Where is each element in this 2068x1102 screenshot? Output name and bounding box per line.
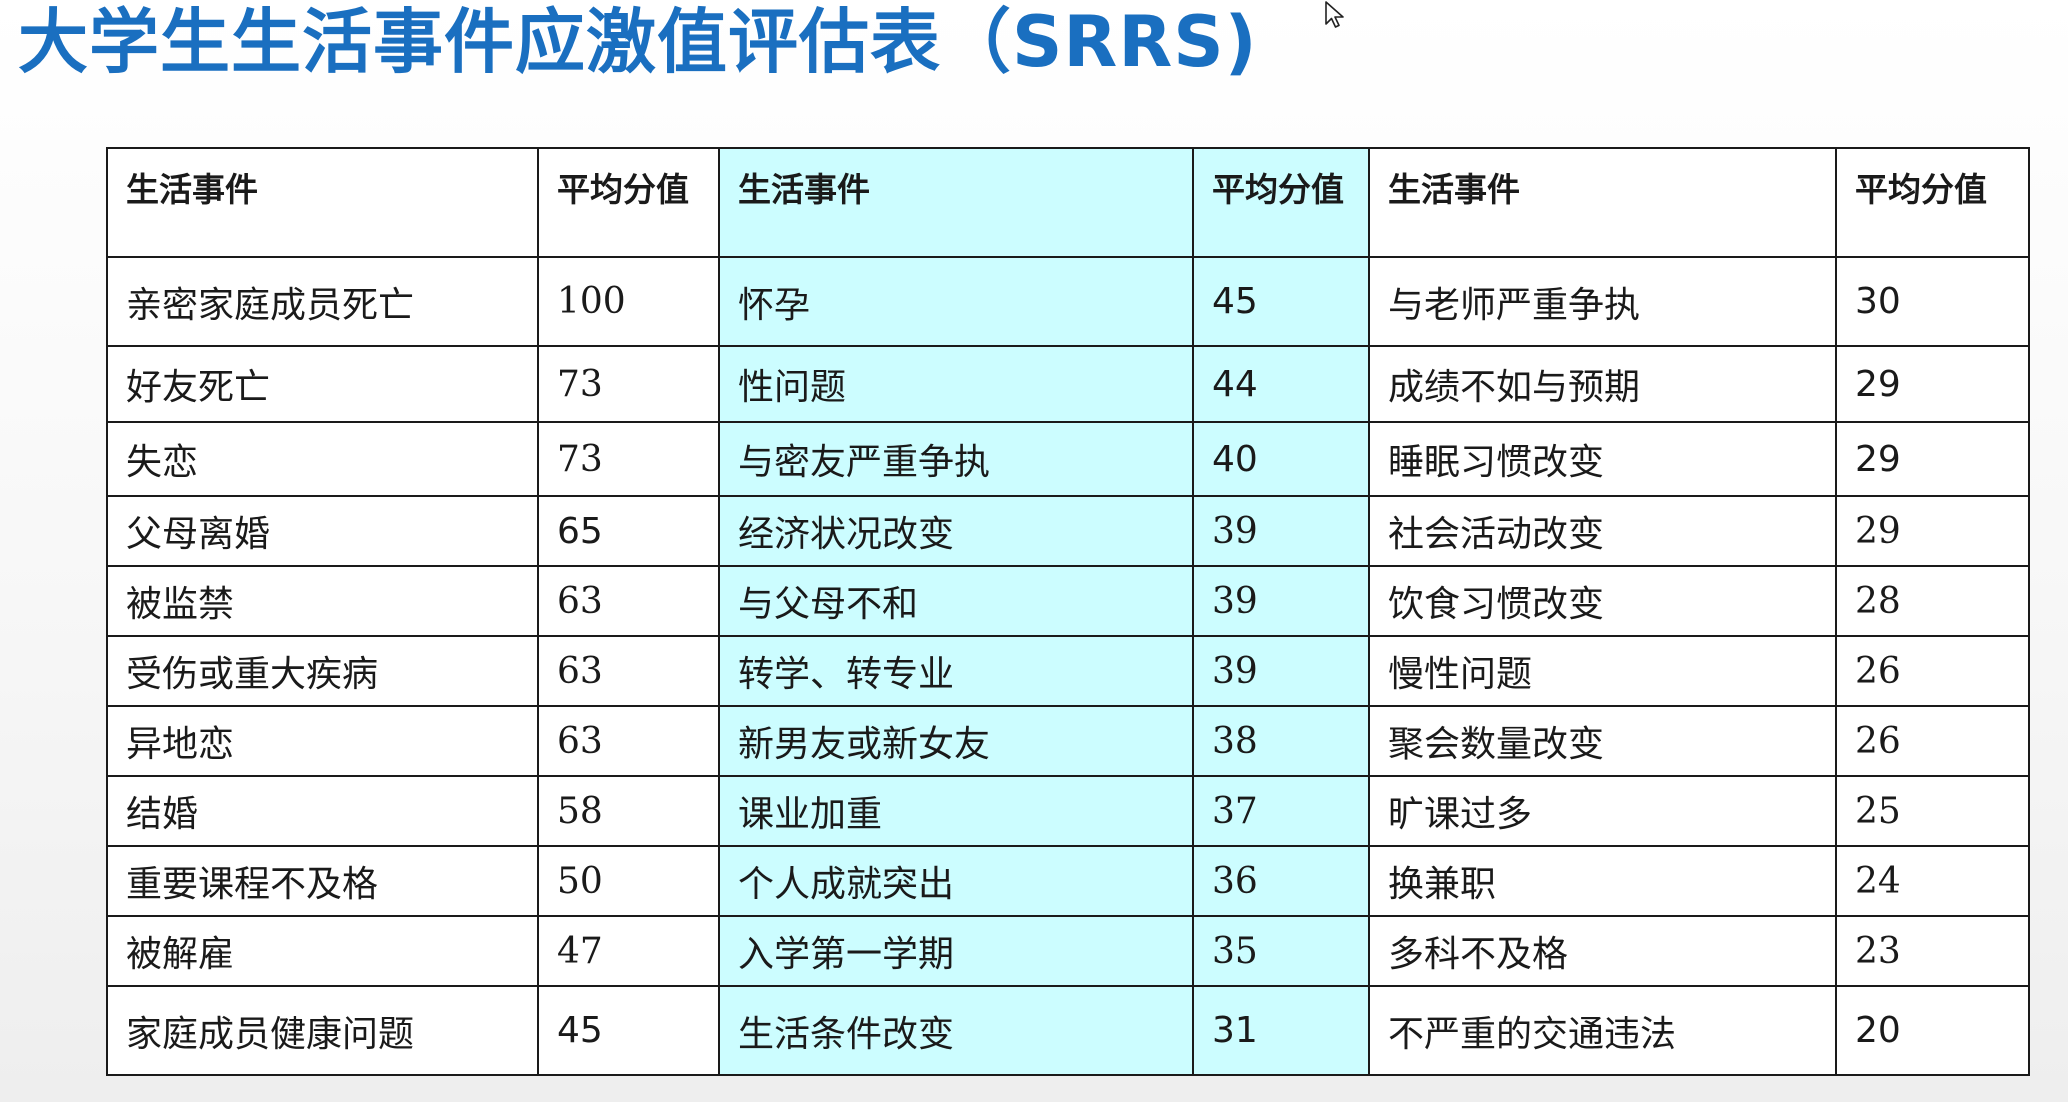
cell-score-1: 73: [537, 421, 720, 497]
header-event-1: 生活事件: [106, 147, 539, 258]
cell-event-3: 聚会数量改变: [1368, 705, 1837, 777]
cell-event-2: 转学、转专业: [718, 635, 1194, 707]
cell-score-2: 38: [1192, 705, 1370, 777]
table-row: 失恋 73 与密友严重争执 40 睡眠习惯改变 29: [106, 421, 2030, 497]
header-score-2: 平均分值: [1192, 147, 1370, 258]
cell-event-1: 受伤或重大疾病: [106, 635, 539, 707]
cell-event-3: 睡眠习惯改变: [1368, 421, 1837, 497]
cell-event-1: 父母离婚: [106, 495, 539, 567]
cell-score-2: 35: [1192, 915, 1370, 987]
cell-score-1: 63: [537, 635, 720, 707]
cell-score-2: 31: [1192, 985, 1370, 1076]
header-score-3: 平均分值: [1835, 147, 2030, 258]
cell-event-2: 经济状况改变: [718, 495, 1194, 567]
cell-score-1: 73: [537, 345, 720, 423]
cell-event-1: 结婚: [106, 775, 539, 847]
cell-event-2: 新男友或新女友: [718, 705, 1194, 777]
cell-score-3: 29: [1835, 345, 2030, 423]
cell-event-3: 旷课过多: [1368, 775, 1837, 847]
cell-score-3: 29: [1835, 495, 2030, 567]
header-event-2: 生活事件: [718, 147, 1194, 258]
table-row: 家庭成员健康问题 45 生活条件改变 31 不严重的交通违法 20: [106, 985, 2030, 1076]
table-body: 亲密家庭成员死亡 100 怀孕 45 与老师严重争执 30 好友死亡 73 性问题 44 成绩不如与…: [106, 256, 2030, 1076]
cell-event-2: 与密友严重争执: [718, 421, 1194, 497]
cell-event-3: 与老师严重争执: [1368, 256, 1837, 347]
cell-score-1: 63: [537, 705, 720, 777]
slide-title: 大学生生活事件应激值评估表（SRRS): [18, 1, 1258, 83]
cell-score-2: 37: [1192, 775, 1370, 847]
cell-score-2: 44: [1192, 345, 1370, 423]
cell-event-1: 失恋: [106, 421, 539, 497]
cell-event-1: 好友死亡: [106, 345, 539, 423]
table-row: 父母离婚 65 经济状况改变 39 社会活动改变 29: [106, 495, 2030, 567]
mouse-pointer-icon: [1325, 1, 1344, 28]
cell-event-1: 亲密家庭成员死亡: [106, 256, 539, 347]
cell-score-2: 36: [1192, 845, 1370, 917]
cell-event-2: 性问题: [718, 345, 1194, 423]
cell-score-3: 25: [1835, 775, 2030, 847]
table-row: 被监禁 63 与父母不和 39 饮食习惯改变 28: [106, 565, 2030, 637]
cell-score-2: 40: [1192, 421, 1370, 497]
table-row: 异地恋 63 新男友或新女友 38 聚会数量改变 26: [106, 705, 2030, 777]
cell-score-1: 45: [537, 985, 720, 1076]
cell-score-3: 28: [1835, 565, 2030, 637]
header-event-3: 生活事件: [1368, 147, 1837, 258]
cell-event-3: 慢性问题: [1368, 635, 1837, 707]
srrs-table: 生活事件 平均分值 生活事件 平均分值 生活事件 平均分值 亲密家庭成员死亡 10…: [106, 147, 2030, 1076]
cell-event-2: 个人成就突出: [718, 845, 1194, 917]
cell-event-1: 被解雇: [106, 915, 539, 987]
cell-score-3: 29: [1835, 421, 2030, 497]
cell-event-2: 课业加重: [718, 775, 1194, 847]
cell-score-1: 50: [537, 845, 720, 917]
cell-score-3: 23: [1835, 915, 2030, 987]
cell-event-3: 换兼职: [1368, 845, 1837, 917]
cell-event-2: 生活条件改变: [718, 985, 1194, 1076]
cell-score-2: 39: [1192, 565, 1370, 637]
table-row: 被解雇 47 入学第一学期 35 多科不及格 23: [106, 915, 2030, 987]
cell-score-1: 63: [537, 565, 720, 637]
cell-event-1: 被监禁: [106, 565, 539, 637]
cell-score-1: 100: [537, 256, 720, 347]
table-row: 好友死亡 73 性问题 44 成绩不如与预期 29: [106, 345, 2030, 423]
cell-score-3: 20: [1835, 985, 2030, 1076]
cell-score-3: 26: [1835, 705, 2030, 777]
table-row: 重要课程不及格 50 个人成就突出 36 换兼职 24: [106, 845, 2030, 917]
cell-score-3: 26: [1835, 635, 2030, 707]
header-score-1: 平均分值: [537, 147, 720, 258]
cell-event-3: 社会活动改变: [1368, 495, 1837, 567]
cell-event-3: 成绩不如与预期: [1368, 345, 1837, 423]
cell-score-3: 30: [1835, 256, 2030, 347]
cell-event-2: 入学第一学期: [718, 915, 1194, 987]
cell-score-1: 47: [537, 915, 720, 987]
cell-score-2: 45: [1192, 256, 1370, 347]
cell-event-2: 怀孕: [718, 256, 1194, 347]
cell-event-3: 多科不及格: [1368, 915, 1837, 987]
cell-event-3: 不严重的交通违法: [1368, 985, 1837, 1076]
cell-score-1: 58: [537, 775, 720, 847]
cell-event-2: 与父母不和: [718, 565, 1194, 637]
table-row: 亲密家庭成员死亡 100 怀孕 45 与老师严重争执 30: [106, 256, 2030, 347]
cell-event-3: 饮食习惯改变: [1368, 565, 1837, 637]
table-row: 结婚 58 课业加重 37 旷课过多 25: [106, 775, 2030, 847]
table-header-row: 生活事件 平均分值 生活事件 平均分值 生活事件 平均分值: [106, 147, 2030, 258]
cell-score-2: 39: [1192, 495, 1370, 567]
table-row: 受伤或重大疾病 63 转学、转专业 39 慢性问题 26: [106, 635, 2030, 707]
cell-event-1: 家庭成员健康问题: [106, 985, 539, 1076]
cell-event-1: 重要课程不及格: [106, 845, 539, 917]
cell-score-1: 65: [537, 495, 720, 567]
cell-event-1: 异地恋: [106, 705, 539, 777]
cell-score-2: 39: [1192, 635, 1370, 707]
cell-score-3: 24: [1835, 845, 2030, 917]
